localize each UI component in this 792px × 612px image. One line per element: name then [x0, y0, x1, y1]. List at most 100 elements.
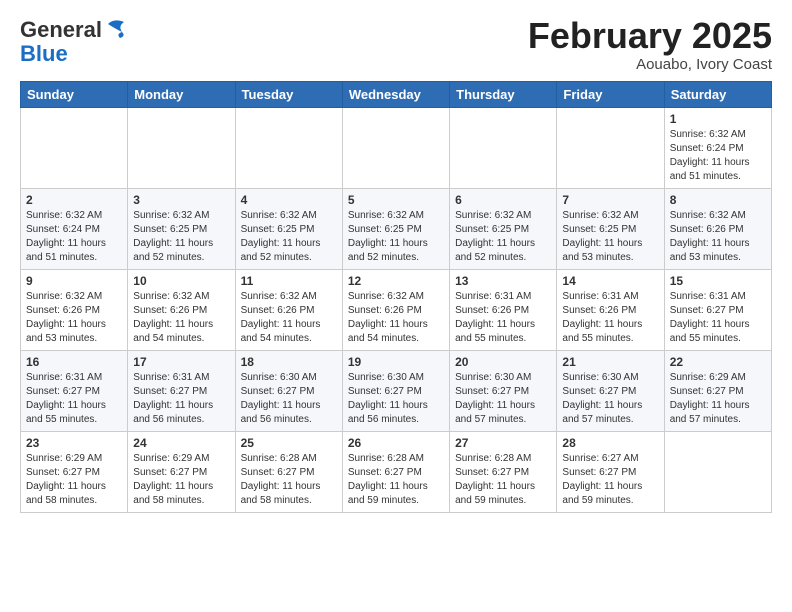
day-number: 27 — [455, 436, 551, 450]
calendar-cell: 14 Sunrise: 6:31 AM Sunset: 6:26 PM Dayli… — [557, 269, 664, 350]
day-info: Sunrise: 6:27 AM Sunset: 6:27 PM Dayligh… — [562, 452, 658, 508]
day-number: 19 — [348, 355, 444, 369]
day-number: 28 — [562, 436, 658, 450]
calendar-cell — [128, 107, 235, 188]
day-info: Sunrise: 6:32 AM Sunset: 6:25 PM Dayligh… — [455, 209, 551, 265]
day-number: 3 — [133, 193, 229, 207]
calendar-day-header: Saturday — [664, 81, 771, 107]
day-info: Sunrise: 6:31 AM Sunset: 6:27 PM Dayligh… — [133, 371, 229, 427]
calendar-week-row: 9 Sunrise: 6:32 AM Sunset: 6:26 PM Daylig… — [21, 269, 772, 350]
day-info: Sunrise: 6:30 AM Sunset: 6:27 PM Dayligh… — [455, 371, 551, 427]
calendar-cell: 5Sunrise: 6:32 AM Sunset: 6:25 PM Daylig… — [342, 188, 449, 269]
calendar-day-header: Monday — [128, 81, 235, 107]
header: General Blue February 2025 Aouabo, Ivory… — [20, 16, 772, 73]
day-number: 8 — [670, 193, 766, 207]
day-number: 24 — [133, 436, 229, 450]
calendar-cell: 28 Sunrise: 6:27 AM Sunset: 6:27 PM Dayli… — [557, 431, 664, 512]
day-info: Sunrise: 6:30 AM Sunset: 6:27 PM Dayligh… — [241, 371, 337, 427]
day-number: 21 — [562, 355, 658, 369]
calendar-cell: 8 Sunrise: 6:32 AM Sunset: 6:26 PM Daylig… — [664, 188, 771, 269]
day-info: Sunrise: 6:32 AM Sunset: 6:25 PM Dayligh… — [562, 209, 658, 265]
day-info: Sunrise: 6:28 AM Sunset: 6:27 PM Dayligh… — [241, 452, 337, 508]
day-number: 15 — [670, 274, 766, 288]
page: General Blue February 2025 Aouabo, Ivory… — [0, 0, 792, 523]
calendar-cell: 17Sunrise: 6:31 AM Sunset: 6:27 PM Dayli… — [128, 350, 235, 431]
day-number: 26 — [348, 436, 444, 450]
day-info: Sunrise: 6:32 AM Sunset: 6:26 PM Dayligh… — [348, 290, 444, 346]
day-number: 1 — [670, 112, 766, 126]
calendar-cell: 2 Sunrise: 6:32 AM Sunset: 6:24 PM Daylig… — [21, 188, 128, 269]
day-info: Sunrise: 6:29 AM Sunset: 6:27 PM Dayligh… — [26, 452, 122, 508]
day-info: Sunrise: 6:29 AM Sunset: 6:27 PM Dayligh… — [670, 371, 766, 427]
calendar-cell: 3 Sunrise: 6:32 AM Sunset: 6:25 PM Daylig… — [128, 188, 235, 269]
day-info: Sunrise: 6:32 AM Sunset: 6:24 PM Dayligh… — [26, 209, 122, 265]
calendar-cell: 6 Sunrise: 6:32 AM Sunset: 6:25 PM Daylig… — [450, 188, 557, 269]
calendar-cell: 7Sunrise: 6:32 AM Sunset: 6:25 PM Daylig… — [557, 188, 664, 269]
calendar-cell: 20 Sunrise: 6:30 AM Sunset: 6:27 PM Dayli… — [450, 350, 557, 431]
day-number: 25 — [241, 436, 337, 450]
day-info: Sunrise: 6:32 AM Sunset: 6:26 PM Dayligh… — [670, 209, 766, 265]
day-number: 20 — [455, 355, 551, 369]
calendar-day-header: Wednesday — [342, 81, 449, 107]
calendar-day-header: Friday — [557, 81, 664, 107]
calendar-cell — [21, 107, 128, 188]
day-info: Sunrise: 6:30 AM Sunset: 6:27 PM Dayligh… — [348, 371, 444, 427]
day-info: Sunrise: 6:32 AM Sunset: 6:26 PM Dayligh… — [26, 290, 122, 346]
calendar-cell: 9 Sunrise: 6:32 AM Sunset: 6:26 PM Daylig… — [21, 269, 128, 350]
calendar-week-row: 23 Sunrise: 6:29 AM Sunset: 6:27 PM Dayli… — [21, 431, 772, 512]
calendar-week-row: 2 Sunrise: 6:32 AM Sunset: 6:24 PM Daylig… — [21, 188, 772, 269]
calendar-cell: 22 Sunrise: 6:29 AM Sunset: 6:27 PM Dayli… — [664, 350, 771, 431]
calendar-cell: 25 Sunrise: 6:28 AM Sunset: 6:27 PM Dayli… — [235, 431, 342, 512]
calendar-cell: 10 Sunrise: 6:32 AM Sunset: 6:26 PM Dayli… — [128, 269, 235, 350]
calendar-cell: 13Sunrise: 6:31 AM Sunset: 6:26 PM Dayli… — [450, 269, 557, 350]
day-info: Sunrise: 6:32 AM Sunset: 6:24 PM Dayligh… — [670, 128, 766, 184]
day-info: Sunrise: 6:31 AM Sunset: 6:27 PM Dayligh… — [26, 371, 122, 427]
day-info: Sunrise: 6:29 AM Sunset: 6:27 PM Dayligh… — [133, 452, 229, 508]
day-number: 9 — [26, 274, 122, 288]
month-title: February 2025 — [528, 16, 772, 56]
calendar-cell: 15 Sunrise: 6:31 AM Sunset: 6:27 PM Dayli… — [664, 269, 771, 350]
calendar-cell: 12 Sunrise: 6:32 AM Sunset: 6:26 PM Dayli… — [342, 269, 449, 350]
calendar-week-row: 1 Sunrise: 6:32 AM Sunset: 6:24 PM Daylig… — [21, 107, 772, 188]
calendar-cell: 18Sunrise: 6:30 AM Sunset: 6:27 PM Dayli… — [235, 350, 342, 431]
day-info: Sunrise: 6:28 AM Sunset: 6:27 PM Dayligh… — [455, 452, 551, 508]
day-number: 13 — [455, 274, 551, 288]
logo-blue-text: Blue — [20, 42, 68, 66]
day-info: Sunrise: 6:32 AM Sunset: 6:25 PM Dayligh… — [133, 209, 229, 265]
calendar-cell — [557, 107, 664, 188]
calendar-cell: 4Sunrise: 6:32 AM Sunset: 6:25 PM Daylig… — [235, 188, 342, 269]
calendar-cell: 16 Sunrise: 6:31 AM Sunset: 6:27 PM Dayli… — [21, 350, 128, 431]
day-number: 6 — [455, 193, 551, 207]
calendar-week-row: 16 Sunrise: 6:31 AM Sunset: 6:27 PM Dayli… — [21, 350, 772, 431]
day-info: Sunrise: 6:31 AM Sunset: 6:27 PM Dayligh… — [670, 290, 766, 346]
day-number: 22 — [670, 355, 766, 369]
calendar-cell — [235, 107, 342, 188]
logo-bird-icon — [104, 16, 126, 44]
day-info: Sunrise: 6:31 AM Sunset: 6:26 PM Dayligh… — [562, 290, 658, 346]
day-info: Sunrise: 6:28 AM Sunset: 6:27 PM Dayligh… — [348, 452, 444, 508]
day-number: 10 — [133, 274, 229, 288]
day-number: 5 — [348, 193, 444, 207]
calendar-day-header: Thursday — [450, 81, 557, 107]
calendar-day-header: Sunday — [21, 81, 128, 107]
day-number: 12 — [348, 274, 444, 288]
calendar-cell — [342, 107, 449, 188]
calendar-cell: 11 Sunrise: 6:32 AM Sunset: 6:26 PM Dayli… — [235, 269, 342, 350]
calendar-header-row: SundayMondayTuesdayWednesdayThursdayFrid… — [21, 81, 772, 107]
day-number: 23 — [26, 436, 122, 450]
calendar-cell: 1 Sunrise: 6:32 AM Sunset: 6:24 PM Daylig… — [664, 107, 771, 188]
day-number: 11 — [241, 274, 337, 288]
day-number: 2 — [26, 193, 122, 207]
title-block: February 2025 Aouabo, Ivory Coast — [528, 16, 772, 73]
day-number: 14 — [562, 274, 658, 288]
calendar-cell: 21Sunrise: 6:30 AM Sunset: 6:27 PM Dayli… — [557, 350, 664, 431]
location: Aouabo, Ivory Coast — [528, 56, 772, 73]
calendar-cell: 24 Sunrise: 6:29 AM Sunset: 6:27 PM Dayli… — [128, 431, 235, 512]
calendar-cell: 23 Sunrise: 6:29 AM Sunset: 6:27 PM Dayli… — [21, 431, 128, 512]
day-info: Sunrise: 6:32 AM Sunset: 6:26 PM Dayligh… — [133, 290, 229, 346]
logo: General Blue — [20, 16, 126, 66]
day-info: Sunrise: 6:32 AM Sunset: 6:26 PM Dayligh… — [241, 290, 337, 346]
calendar-cell: 26 Sunrise: 6:28 AM Sunset: 6:27 PM Dayli… — [342, 431, 449, 512]
day-number: 16 — [26, 355, 122, 369]
calendar-cell — [450, 107, 557, 188]
